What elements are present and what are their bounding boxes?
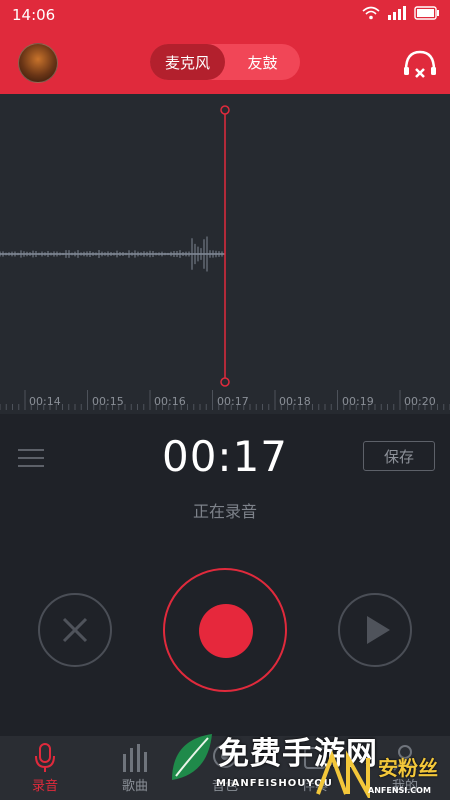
- nav-item-tone[interactable]: 音色: [180, 736, 270, 800]
- tick-label: 00:14: [29, 395, 61, 408]
- playhead-bottom-handle: [220, 377, 230, 387]
- tick-label: 00:20: [404, 395, 436, 408]
- battery-icon: [414, 6, 439, 20]
- play-button[interactable]: [338, 593, 412, 667]
- nav-label: 歌曲: [121, 779, 148, 794]
- wifi-icon: [362, 6, 380, 20]
- signal-icon: [388, 6, 406, 20]
- waveform-area[interactable]: [0, 94, 450, 414]
- tick-label: 00:16: [154, 395, 186, 408]
- nav-label: 音色: [211, 779, 238, 794]
- tab-drum[interactable]: 友鼓: [225, 44, 300, 80]
- nav-item-songs[interactable]: 歌曲: [90, 736, 180, 800]
- tick-label: 00:19: [342, 395, 374, 408]
- nav-item-accompany[interactable]: 伴奏: [270, 736, 360, 800]
- record-button[interactable]: [163, 568, 287, 692]
- accompany-icon: [304, 747, 326, 769]
- top-header: 14:06 麦克风 友鼓: [0, 0, 450, 94]
- tone-icon: [213, 744, 237, 768]
- tick-label: 00:15: [92, 395, 124, 408]
- cancel-button[interactable]: [38, 593, 112, 667]
- nav-label: 录音: [31, 779, 58, 794]
- close-icon: [62, 617, 88, 643]
- tab-microphone[interactable]: 麦克风: [150, 44, 225, 80]
- nav-item-mine[interactable]: 我的: [360, 736, 450, 800]
- record-dot-icon: [199, 604, 253, 658]
- status-bar: 14:06: [0, 0, 450, 32]
- recording-status: 正在录音: [192, 502, 257, 521]
- play-icon: [367, 616, 390, 644]
- status-time: 14:06: [12, 6, 56, 24]
- save-button[interactable]: 保存: [363, 441, 435, 471]
- status-icons: [362, 6, 440, 20]
- mic-icon: [35, 743, 55, 772]
- bottom-nav: 录音 歌曲 音色 伴奏 我的: [0, 736, 450, 800]
- tick-label: 00:18: [279, 395, 311, 408]
- nav-label: 我的: [391, 779, 418, 794]
- bars-icon: [123, 744, 147, 772]
- nav-item-record[interactable]: 录音: [0, 736, 90, 800]
- timeline-ruler: 00:14 00:15 00:16 00:17 00:18 00:19 00:2…: [0, 390, 450, 414]
- nav-label: 伴奏: [301, 779, 328, 794]
- user-icon: [393, 745, 417, 771]
- avatar[interactable]: [18, 43, 58, 83]
- headset-off-icon[interactable]: [402, 48, 438, 80]
- tick-label: 00:17: [217, 395, 249, 408]
- source-tabs: 麦克风 友鼓: [150, 44, 300, 80]
- playhead-top-handle: [220, 105, 230, 115]
- waveform: [0, 105, 230, 387]
